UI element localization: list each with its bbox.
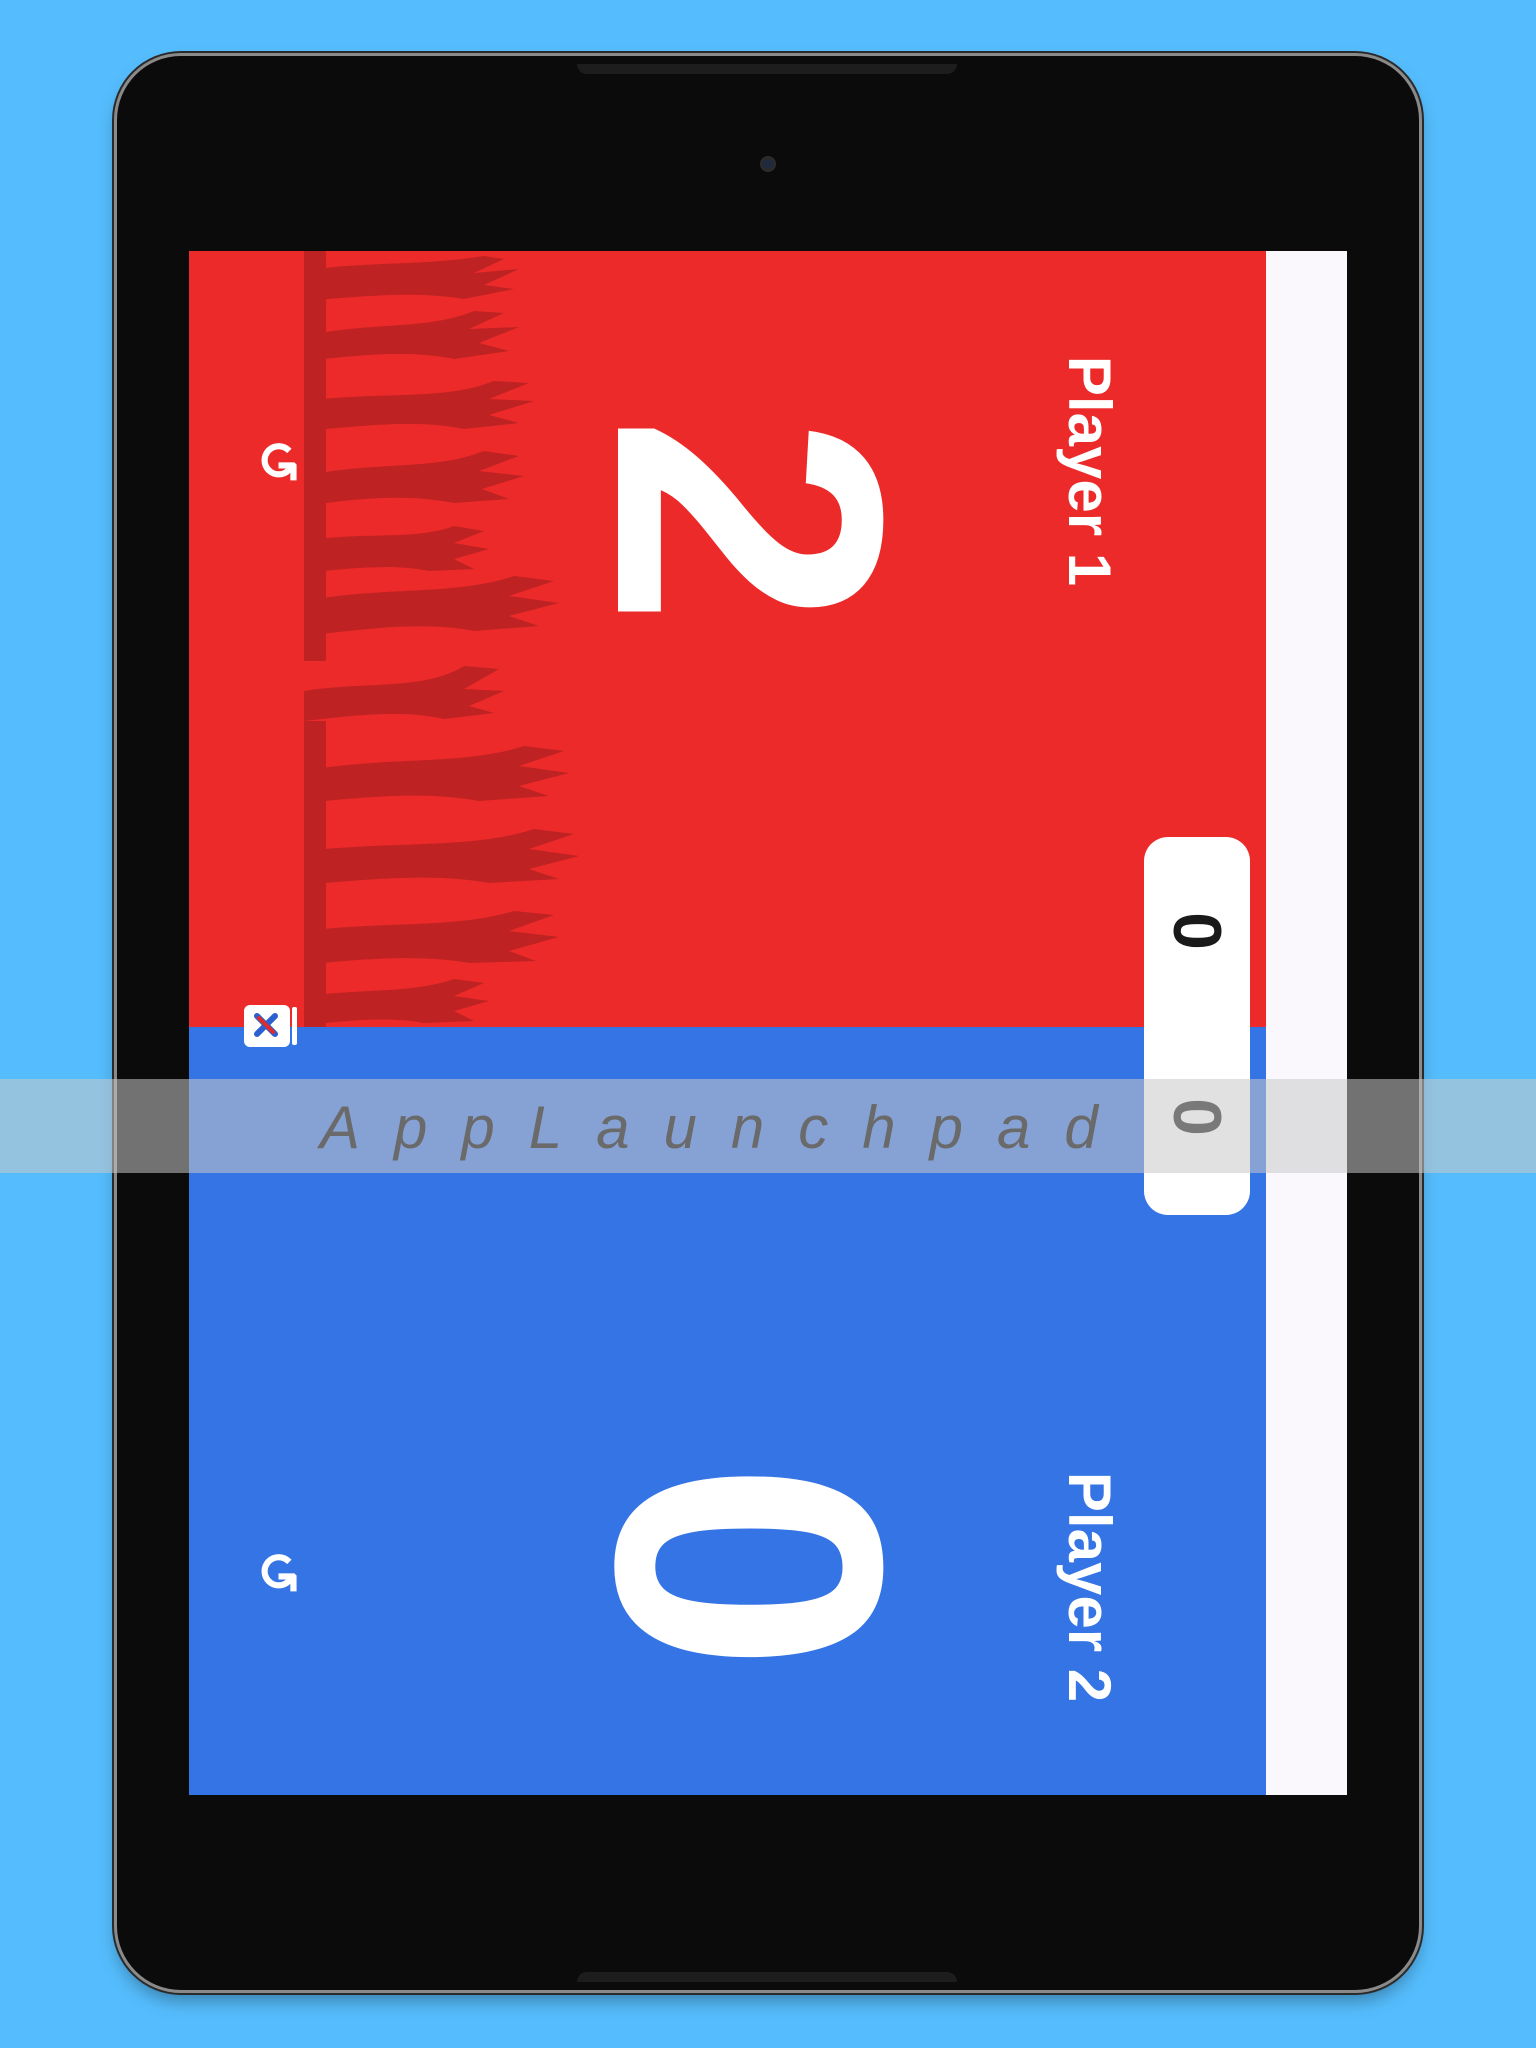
undo-icon[interactable]: ↺ <box>247 436 307 486</box>
scoreboard-screen: 2 Player 1 ↺ 0 Player 2 ↺ 0 0 <box>189 251 1347 1795</box>
tablet-top-notch <box>577 64 957 74</box>
reset-icon[interactable] <box>242 1003 302 1049</box>
round-score-top: 0 <box>1159 912 1235 950</box>
player-2-name: Player 2 <box>1056 1471 1123 1703</box>
player-1-panel[interactable]: 2 Player 1 ↺ <box>189 251 1266 1027</box>
player-1-name: Player 1 <box>1056 355 1123 587</box>
tablet-bottom-notch <box>577 1972 957 1982</box>
player-1-score[interactable]: 2 <box>537 311 962 731</box>
watermark-band: AppLaunchpad <box>0 1079 1536 1173</box>
watermark-text: AppLaunchpad <box>320 1094 1132 1161</box>
camera-icon <box>760 156 776 172</box>
player-2-score[interactable]: 0 <box>537 1357 962 1777</box>
undo-icon[interactable]: ↺ <box>247 1547 307 1597</box>
